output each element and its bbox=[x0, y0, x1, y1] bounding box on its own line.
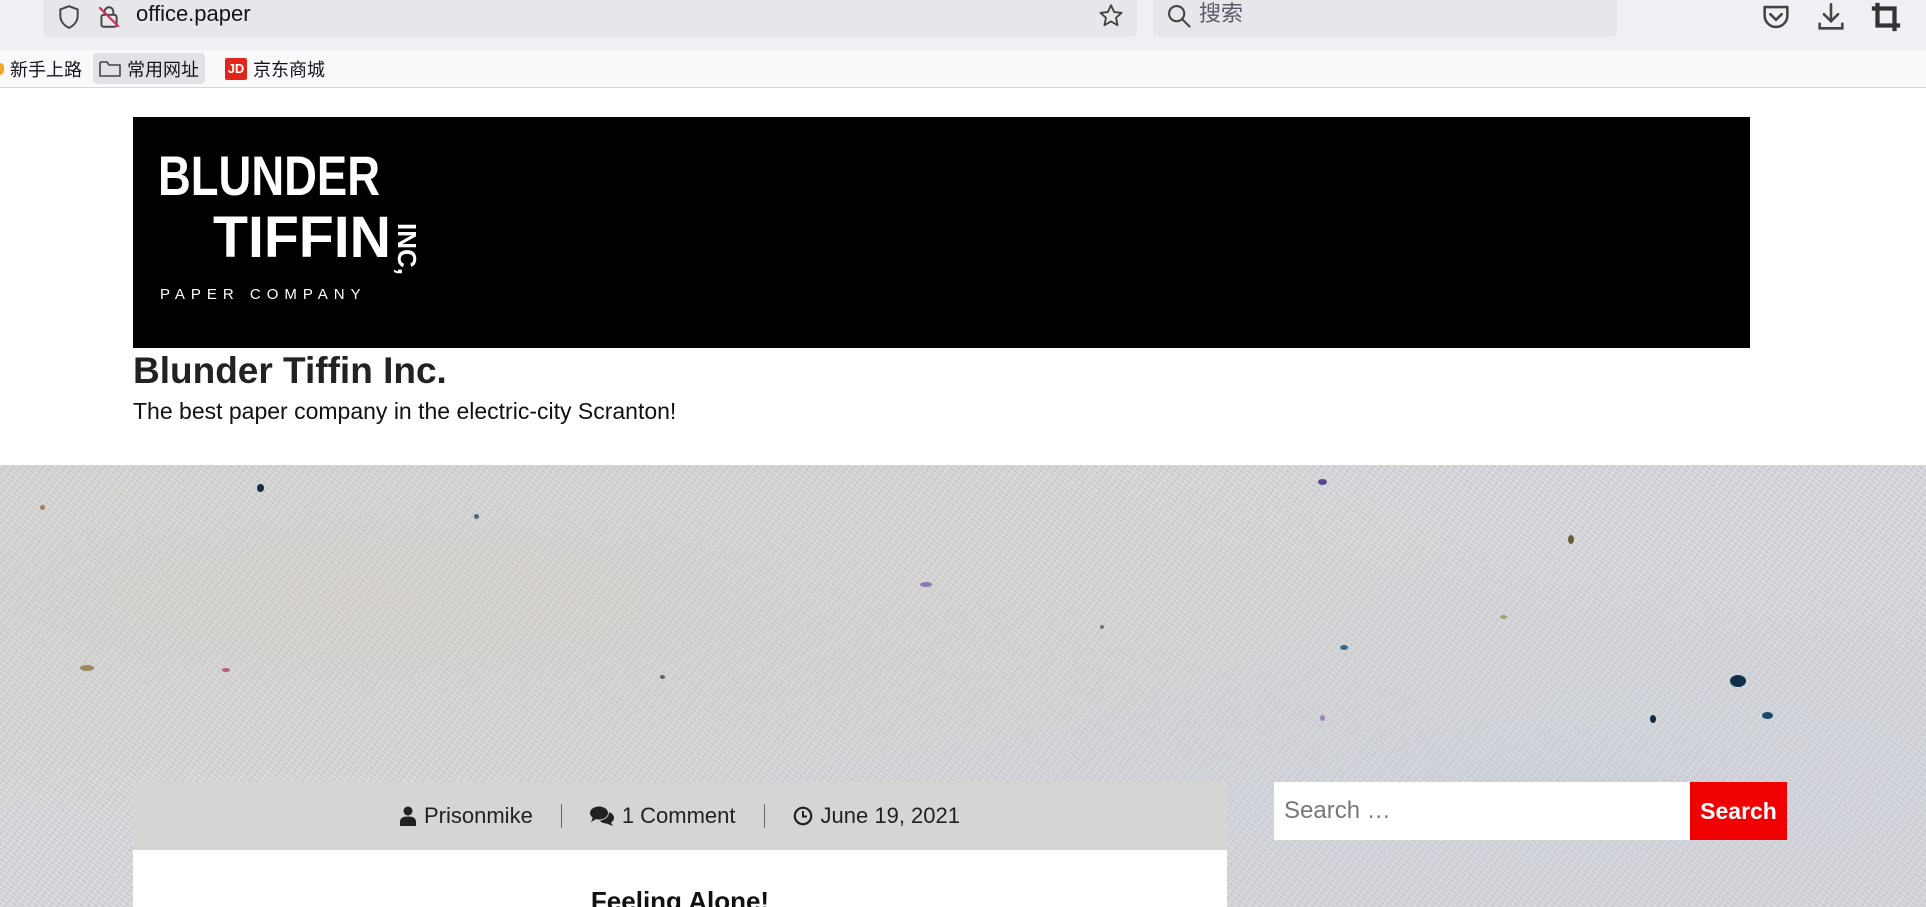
address-bar[interactable]: office.paper bbox=[43, 0, 1137, 37]
post-meta-bar: Prisonmike 1 Comment June 19, 2021 bbox=[133, 782, 1227, 850]
post-card: Feeling Alone! bbox=[133, 850, 1227, 907]
post-author-name[interactable]: Prisonmike bbox=[424, 803, 533, 829]
bookmark-label: 新手上路 bbox=[10, 59, 82, 80]
svg-text:INC,: INC, bbox=[392, 223, 418, 275]
browser-search-bar[interactable]: 搜索 bbox=[1153, 0, 1617, 37]
comments-icon bbox=[589, 806, 614, 826]
browser-toolbar: office.paper 搜索 bbox=[0, 0, 1926, 50]
bookmark-label: 京东商城 bbox=[253, 59, 325, 80]
clock-icon bbox=[793, 806, 812, 826]
shield-icon[interactable] bbox=[56, 4, 82, 30]
svg-text:PAPER COMPANY: PAPER COMPANY bbox=[160, 286, 367, 303]
user-icon bbox=[400, 806, 416, 826]
download-icon[interactable] bbox=[1814, 0, 1848, 34]
site-title[interactable]: Blunder Tiffin Inc. bbox=[133, 349, 447, 393]
company-logo[interactable]: BLUNDER TIFFIN INC, PAPER COMPANY bbox=[158, 141, 418, 321]
post-comments[interactable]: 1 Comment bbox=[562, 803, 764, 829]
post-author[interactable]: Prisonmike bbox=[372, 803, 561, 829]
svg-text:BLUNDER: BLUNDER bbox=[158, 144, 380, 207]
bookmark-item-2[interactable]: JD 京东商城 bbox=[219, 53, 331, 84]
pocket-icon[interactable] bbox=[1759, 0, 1793, 34]
site-tagline: The best paper company in the electric-c… bbox=[133, 398, 677, 424]
firefox-icon bbox=[0, 62, 4, 75]
sidebar-search-button[interactable]: Search bbox=[1690, 782, 1787, 840]
url-text[interactable]: office.paper bbox=[136, 0, 251, 28]
bookmark-item-1[interactable]: 常用网址 bbox=[93, 53, 205, 84]
insecure-lock-icon[interactable] bbox=[96, 4, 122, 30]
bookmark-star-icon[interactable] bbox=[1097, 2, 1125, 30]
post-comments-count[interactable]: 1 Comment bbox=[622, 803, 736, 829]
svg-text:TIFFIN: TIFFIN bbox=[213, 205, 391, 270]
post-date-text[interactable]: June 19, 2021 bbox=[821, 803, 960, 829]
bookmark-label: 常用网址 bbox=[127, 59, 199, 80]
jd-icon: JD bbox=[225, 57, 247, 80]
sidebar-search-input[interactable] bbox=[1274, 782, 1690, 840]
header-banner: BLUNDER TIFFIN INC, PAPER COMPANY bbox=[133, 117, 1750, 348]
crop-icon[interactable] bbox=[1869, 0, 1903, 34]
browser-search-placeholder[interactable]: 搜索 bbox=[1199, 0, 1243, 28]
bookmarks-toolbar: 新手上路 常用网址 JD 京东商城 bbox=[0, 50, 1926, 88]
folder-icon bbox=[99, 60, 121, 77]
search-icon bbox=[1168, 5, 1191, 28]
bookmark-item-0[interactable]: 新手上路 bbox=[0, 53, 88, 84]
post-title[interactable]: Feeling Alone! bbox=[133, 886, 1227, 907]
post-date[interactable]: June 19, 2021 bbox=[765, 803, 988, 829]
